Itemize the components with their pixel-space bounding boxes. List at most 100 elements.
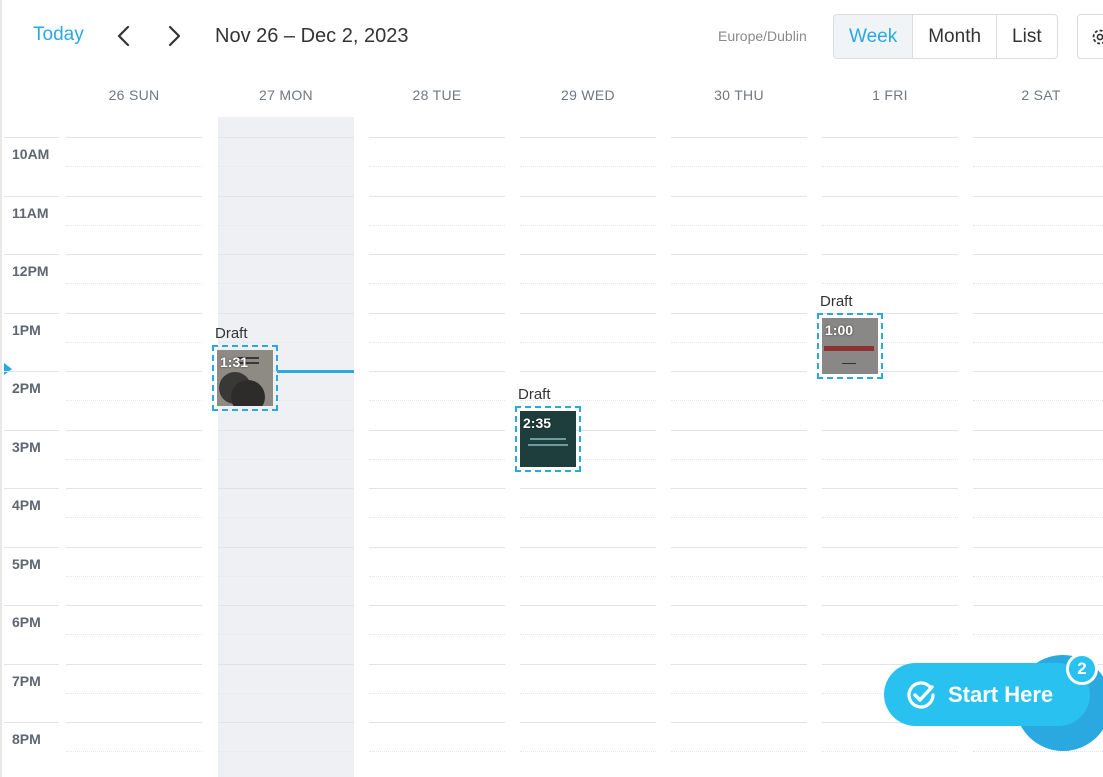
day-column-tue[interactable] <box>369 117 505 777</box>
hour-gridline <box>218 429 354 431</box>
hour-gridline <box>671 371 807 372</box>
date-range-title: Nov 26 – Dec 2, 2023 <box>215 25 409 47</box>
next-week-button[interactable] <box>162 22 186 50</box>
time-axis-gridline <box>4 488 59 489</box>
time-label: 4PM <box>12 497 41 513</box>
hour-gridline <box>671 195 807 197</box>
time-axis-gridline <box>4 137 59 138</box>
hour-gridline <box>218 663 354 665</box>
half-hour-gridline <box>369 400 505 402</box>
day-column-sun[interactable] <box>66 117 202 777</box>
half-hour-gridline <box>66 400 202 402</box>
hour-gridline <box>66 722 202 723</box>
day-header-mon: 27 MON <box>259 87 313 103</box>
hour-gridline <box>973 605 1103 606</box>
prev-week-button[interactable] <box>112 22 136 50</box>
hour-gridline <box>973 488 1103 489</box>
half-hour-gridline <box>822 634 958 636</box>
hour-gridline <box>369 663 505 665</box>
hour-gridline <box>218 488 354 489</box>
half-hour-gridline <box>671 517 807 519</box>
half-hour-gridline <box>218 692 354 694</box>
half-hour-gridline <box>822 224 958 226</box>
hour-gridline <box>66 546 202 548</box>
view-month-button[interactable]: Month <box>913 15 998 58</box>
view-switcher: Week Month List <box>833 14 1058 59</box>
hour-gridline <box>369 488 505 489</box>
hour-gridline <box>218 312 354 314</box>
day-header-tue: 28 TUE <box>412 87 462 103</box>
time-label: 6PM <box>12 614 41 630</box>
hour-gridline <box>369 254 505 255</box>
day-header-fri: 1 FRI <box>872 87 908 103</box>
half-hour-gridline <box>973 634 1103 636</box>
event-status-label: Draft <box>215 325 248 342</box>
half-hour-gridline <box>973 400 1103 402</box>
half-hour-gridline <box>218 575 354 577</box>
start-here-label: Start Here <box>948 681 1054 707</box>
hour-gridline <box>520 137 656 138</box>
time-axis-gridline <box>4 195 59 197</box>
half-hour-gridline <box>671 166 807 168</box>
half-hour-gridline <box>671 283 807 285</box>
thumbnail-banner <box>824 346 874 351</box>
event-duration: 1:00 <box>825 322 854 338</box>
hour-gridline <box>520 195 656 197</box>
half-hour-gridline <box>520 341 656 343</box>
day-header-sun: 26 SUN <box>108 87 160 103</box>
hour-gridline <box>66 488 202 489</box>
hour-gridline <box>973 429 1103 431</box>
hour-gridline <box>369 137 505 138</box>
event-post-wed[interactable]: 2:35 <box>515 406 581 472</box>
half-hour-gridline <box>369 283 505 285</box>
hour-gridline <box>369 371 505 372</box>
half-hour-gridline <box>218 283 354 285</box>
time-axis-gridline <box>4 371 59 372</box>
half-hour-gridline <box>671 341 807 343</box>
day-column-mon[interactable] <box>218 117 354 777</box>
hour-gridline <box>66 605 202 606</box>
half-hour-gridline <box>66 341 202 343</box>
half-hour-gridline <box>822 517 958 519</box>
half-hour-gridline <box>973 517 1103 519</box>
hour-gridline <box>671 137 807 138</box>
hour-gridline <box>66 429 202 431</box>
hour-gridline <box>822 546 958 548</box>
half-hour-gridline <box>66 166 202 168</box>
half-hour-gridline <box>822 575 958 577</box>
start-here-button[interactable]: Start Here <box>884 663 1090 726</box>
half-hour-gridline <box>66 575 202 577</box>
half-hour-gridline <box>218 458 354 460</box>
time-label: 2PM <box>12 380 41 396</box>
now-indicator-line <box>277 370 354 373</box>
time-label: 3PM <box>12 439 41 455</box>
hour-gridline <box>822 137 958 138</box>
view-week-button[interactable]: Week <box>834 15 914 58</box>
hour-gridline <box>520 605 656 606</box>
today-button[interactable]: Today <box>33 24 84 46</box>
settings-button[interactable] <box>1077 14 1103 59</box>
now-indicator-arrow <box>4 363 12 375</box>
event-duration: 1:31 <box>220 354 249 370</box>
event-post-fri[interactable]: 1:00 <box>817 313 883 379</box>
day-header-wed: 29 WED <box>561 87 615 103</box>
time-label: 12PM <box>12 263 49 279</box>
half-hour-gridline <box>66 751 202 753</box>
time-label: 1PM <box>12 322 41 338</box>
event-post-mon[interactable]: 1:31 <box>212 345 278 411</box>
time-axis-gridline <box>4 722 59 723</box>
half-hour-gridline <box>369 166 505 168</box>
timezone-label[interactable]: Europe/Dublin <box>718 28 807 44</box>
hour-gridline <box>671 605 807 606</box>
time-label: 11AM <box>12 205 49 221</box>
hour-gridline <box>973 371 1103 372</box>
hour-gridline <box>218 137 354 138</box>
hour-gridline <box>369 195 505 197</box>
view-list-button[interactable]: List <box>997 15 1057 58</box>
calendar-app: Today Nov 26 – Dec 2, 2023 Europe/Dublin… <box>0 0 1103 777</box>
half-hour-gridline <box>973 458 1103 460</box>
day-column-thu[interactable] <box>671 117 807 777</box>
hour-gridline <box>66 312 202 314</box>
thumbnail-text <box>842 363 856 364</box>
half-hour-gridline <box>66 692 202 694</box>
